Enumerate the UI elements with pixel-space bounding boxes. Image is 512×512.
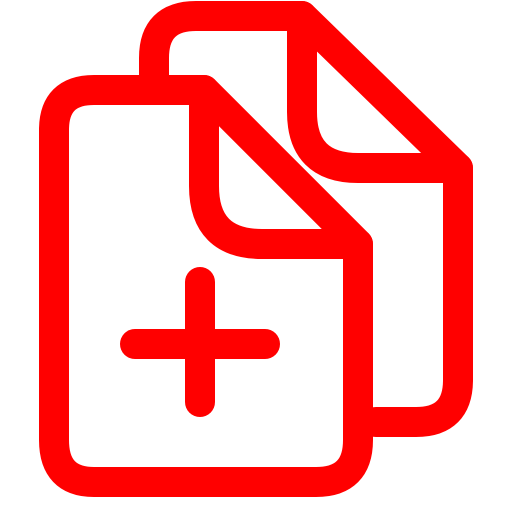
icon-canvas — [0, 0, 512, 512]
duplicate-file-add-icon — [39, 1, 473, 497]
